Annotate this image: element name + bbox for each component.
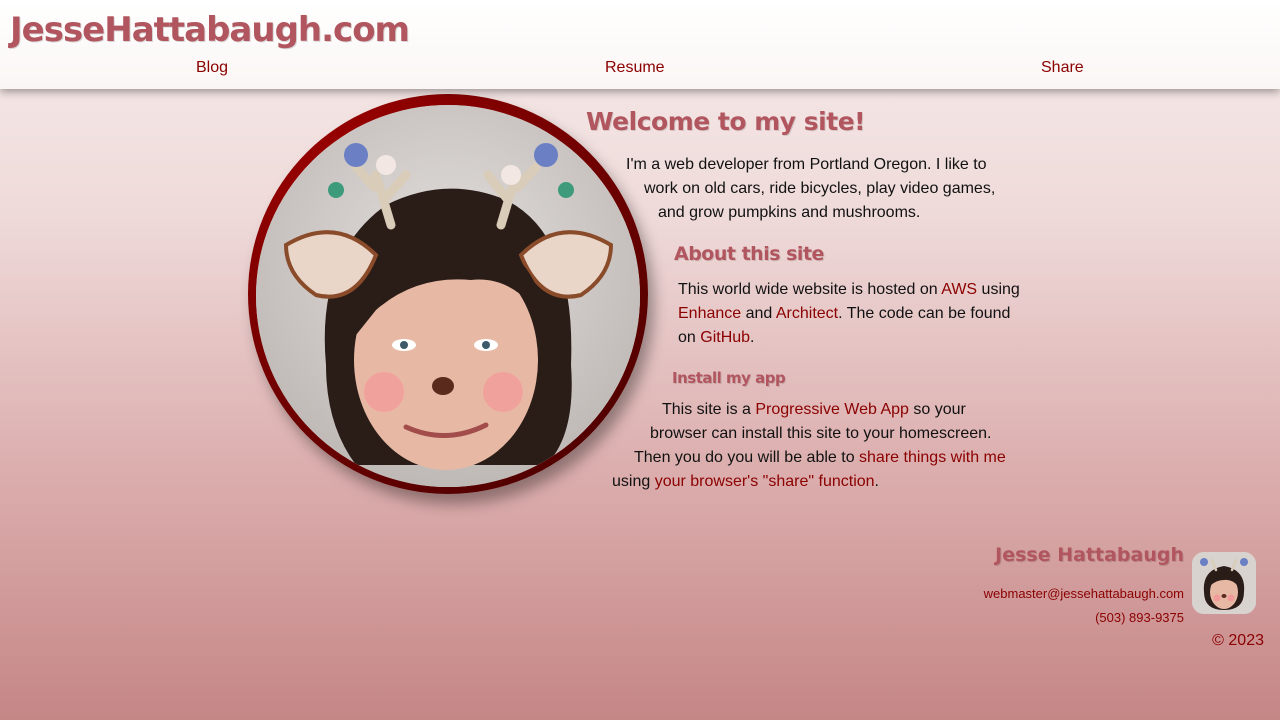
share-function-link[interactable]: your browser's "share" function bbox=[655, 473, 875, 490]
nav-resume-link[interactable]: Resume bbox=[605, 59, 665, 77]
install-text: so your bbox=[908, 401, 966, 418]
profile-photo bbox=[256, 105, 640, 487]
welcome-heading: Welcome to my site! bbox=[586, 107, 866, 136]
intro-line-3: and grow pumpkins and mushrooms. bbox=[658, 204, 921, 221]
architect-link[interactable]: Architect bbox=[776, 305, 838, 322]
footer-name: Jesse Hattabaugh bbox=[995, 544, 1184, 566]
about-line-2: Enhance and Architect. The code can be f… bbox=[678, 305, 1010, 323]
aws-link[interactable]: AWS bbox=[941, 281, 977, 298]
about-text: This world wide website is hosted on bbox=[678, 281, 942, 298]
install-text: . bbox=[874, 473, 879, 490]
install-heading: Install my app bbox=[672, 369, 786, 387]
about-text: and bbox=[741, 305, 776, 322]
pwa-link[interactable]: Progressive Web App bbox=[755, 401, 909, 418]
about-text: on bbox=[678, 329, 701, 346]
intro-line-1: I'm a web developer from Portland Oregon… bbox=[626, 156, 987, 173]
footer-avatar bbox=[1192, 552, 1256, 614]
share-things-link[interactable]: share things with me bbox=[859, 449, 1006, 466]
main-nav: Blog Resume Share bbox=[0, 56, 1280, 80]
nav-blog-link[interactable]: Blog bbox=[196, 59, 228, 77]
profile-photo-frame bbox=[248, 94, 648, 494]
install-line-1: This site is a Progressive Web App so yo… bbox=[662, 401, 966, 419]
about-text: . bbox=[750, 329, 755, 346]
about-text: using bbox=[977, 281, 1020, 298]
install-text: This site is a bbox=[662, 401, 756, 418]
enhance-link[interactable]: Enhance bbox=[678, 305, 741, 322]
footer-phone-link[interactable]: (503) 893-9375 bbox=[1095, 610, 1184, 625]
intro-line-2: work on old cars, ride bicycles, play vi… bbox=[644, 180, 996, 197]
about-line-1: This world wide website is hosted on AWS… bbox=[678, 281, 1020, 299]
site-header: JesseHattabaugh.com Blog Resume Share bbox=[0, 0, 1280, 89]
nav-share-link[interactable]: Share bbox=[1041, 59, 1084, 77]
about-text: . The code can be found bbox=[838, 305, 1011, 322]
github-link[interactable]: GitHub bbox=[700, 329, 750, 346]
install-text: using bbox=[612, 473, 655, 490]
about-line-3: on GitHub. bbox=[678, 329, 755, 347]
about-heading: About this site bbox=[674, 243, 824, 265]
install-text: Then you do you will be able to bbox=[634, 449, 860, 466]
copyright: © 2023 bbox=[1212, 632, 1264, 649]
install-line-3: Then you do you will be able to share th… bbox=[634, 449, 1006, 467]
install-line-4: using your browser's "share" function. bbox=[612, 473, 879, 491]
install-line-2: browser can install this site to your ho… bbox=[650, 425, 992, 442]
footer-email-link[interactable]: webmaster@jessehattabaugh.com bbox=[984, 586, 1184, 601]
site-title[interactable]: JesseHattabaugh.com bbox=[10, 10, 410, 50]
